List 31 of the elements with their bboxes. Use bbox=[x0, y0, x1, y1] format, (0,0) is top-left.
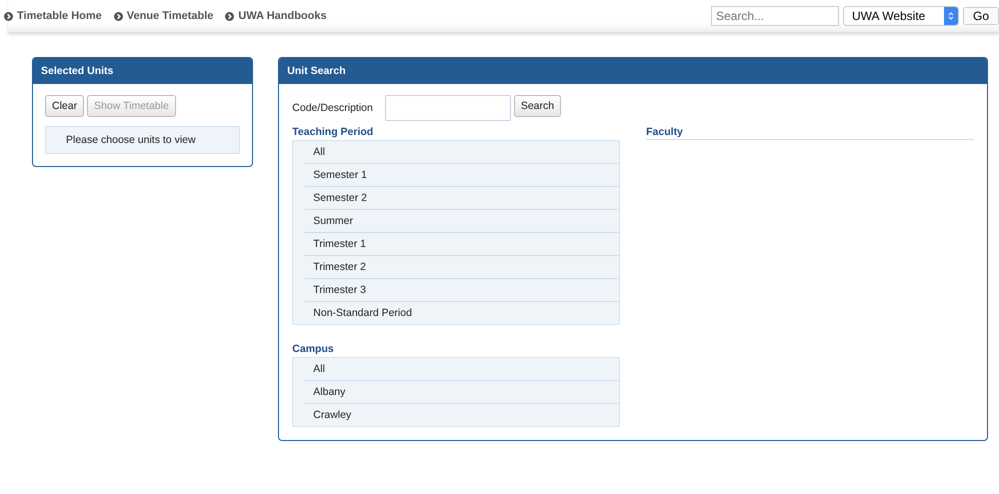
panel-title: Unit Search bbox=[279, 58, 987, 84]
list-item[interactable]: Summer bbox=[305, 210, 620, 233]
action-button[interactable]: Clear bbox=[45, 95, 84, 117]
list-item[interactable]: All bbox=[305, 141, 620, 164]
list-item[interactable]: Trimester 3 bbox=[305, 279, 620, 302]
go-button[interactable]: Go bbox=[963, 7, 999, 25]
list-item[interactable]: Crawley bbox=[305, 404, 620, 426]
list-item[interactable]: Albany bbox=[305, 381, 620, 404]
nav-link[interactable]: Venue Timetable bbox=[114, 10, 214, 22]
section-title: Teaching Period bbox=[292, 126, 374, 139]
nav-link[interactable]: UWA Handbooks bbox=[225, 10, 327, 22]
field-label: Code/Description bbox=[292, 102, 373, 114]
stepper-icon bbox=[948, 11, 954, 21]
nav-link[interactable]: Timetable Home bbox=[4, 10, 102, 22]
list-item[interactable]: Semester 1 bbox=[305, 164, 620, 187]
scope-select[interactable]: UWA Website bbox=[843, 6, 959, 26]
list-item[interactable]: Trimester 1 bbox=[305, 233, 620, 256]
search-field[interactable]: Search... bbox=[711, 6, 839, 26]
panel-title: Selected Units bbox=[33, 58, 252, 84]
list-item[interactable]: Trimester 2 bbox=[305, 256, 620, 279]
chevron-circle-icon bbox=[114, 12, 123, 20]
search-button[interactable]: Search bbox=[514, 95, 562, 117]
section-title: Faculty bbox=[646, 126, 974, 140]
chevron-circle-icon bbox=[4, 12, 13, 20]
list-item[interactable]: Non-Standard Period bbox=[305, 302, 620, 324]
section-title: Campus bbox=[292, 343, 335, 356]
chevron-circle-icon bbox=[225, 12, 234, 20]
list-item[interactable]: All bbox=[305, 358, 620, 381]
empty-message: Please choose units to view bbox=[45, 126, 240, 154]
list-item[interactable]: Semester 2 bbox=[305, 187, 620, 210]
code-input[interactable] bbox=[384, 95, 511, 121]
